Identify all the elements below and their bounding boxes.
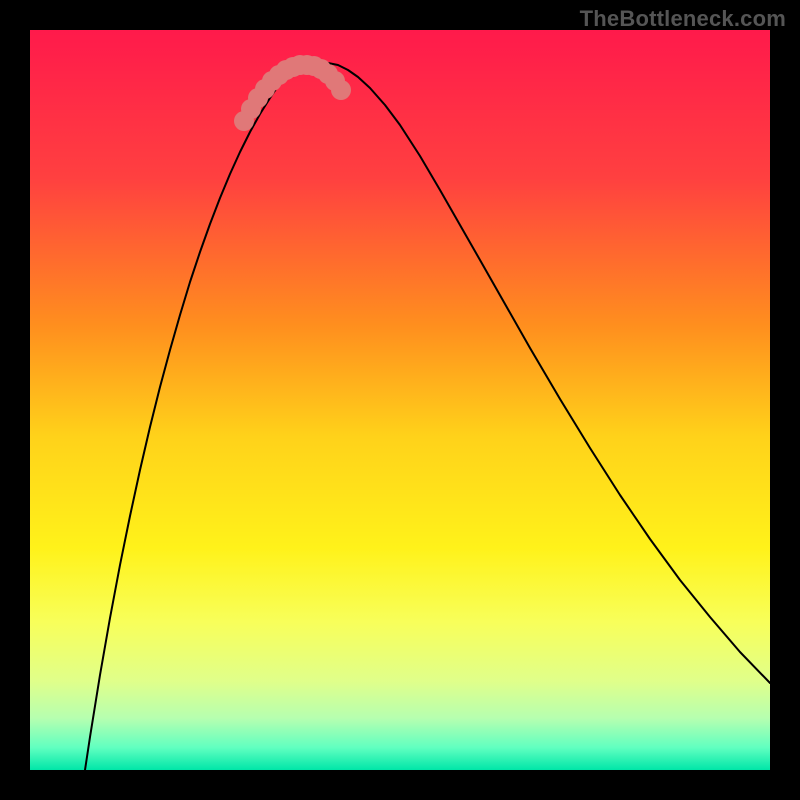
highlight-marker — [331, 80, 351, 100]
watermark-text: TheBottleneck.com — [580, 6, 786, 32]
chart-svg — [30, 30, 770, 770]
chart-frame: TheBottleneck.com — [0, 0, 800, 800]
plot-area — [30, 30, 770, 770]
chart-background — [30, 30, 770, 770]
